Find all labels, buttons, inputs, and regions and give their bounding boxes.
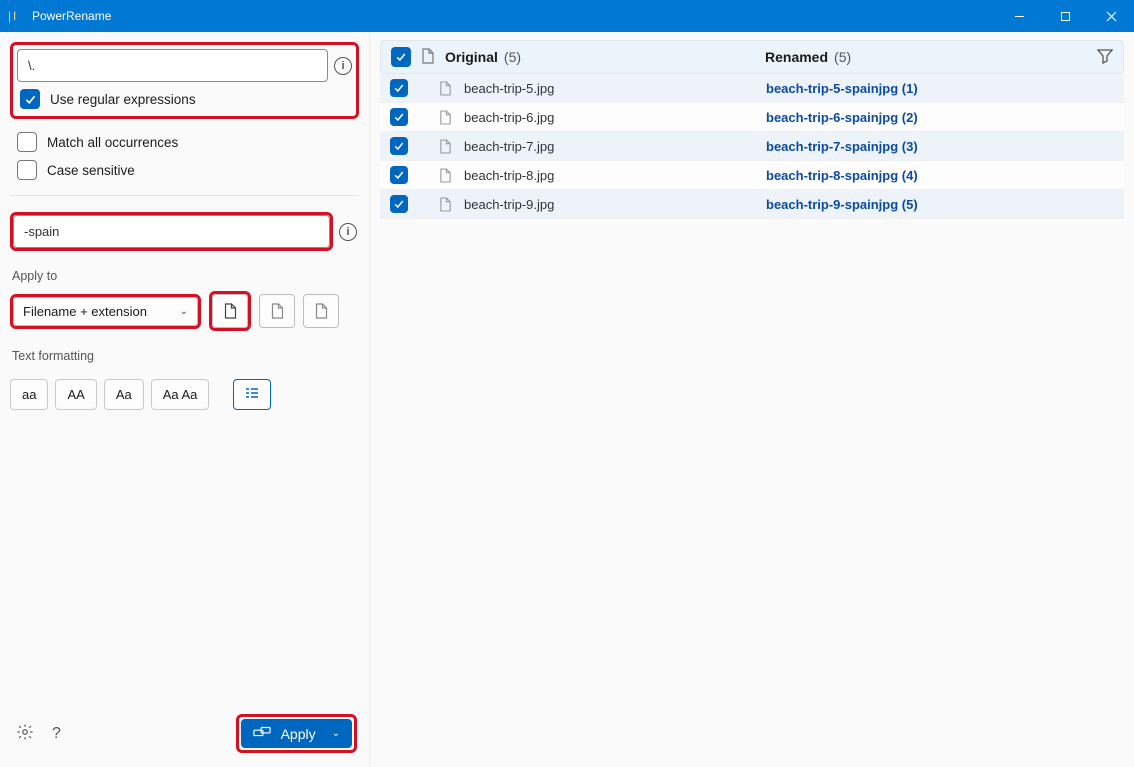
- include-folders-button[interactable]: [259, 294, 295, 328]
- replace-highlight: -spain: [10, 212, 333, 251]
- select-all-checkbox[interactable]: [391, 47, 411, 67]
- case-sensitive-checkbox[interactable]: [17, 160, 37, 180]
- chevron-down-icon: ⌄: [180, 306, 188, 317]
- original-filename: beach-trip-5.jpg: [464, 81, 756, 96]
- original-filename: beach-trip-7.jpg: [464, 139, 756, 154]
- renamed-count: (5): [834, 49, 851, 65]
- format-uppercase-button[interactable]: AA: [55, 379, 96, 410]
- apply-icon: [253, 725, 271, 742]
- maximize-button[interactable]: [1042, 0, 1088, 32]
- divider: [10, 195, 359, 196]
- original-filename: beach-trip-8.jpg: [464, 168, 756, 183]
- table-row[interactable]: beach-trip-9.jpg beach-trip-9-spainjpg (5…: [380, 190, 1124, 219]
- table-row[interactable]: beach-trip-8.jpg beach-trip-8-spainjpg (4…: [380, 161, 1124, 190]
- chevron-down-icon: ⌄: [332, 728, 340, 739]
- options-panel: \. i Use regular expressions Match all o…: [0, 32, 370, 767]
- replace-input[interactable]: -spain: [13, 215, 330, 248]
- search-input[interactable]: \.: [17, 49, 328, 82]
- match-all-checkbox[interactable]: [17, 132, 37, 152]
- list-header: Original (5) Renamed (5): [380, 40, 1124, 74]
- file-icon: [436, 81, 454, 96]
- svg-text:I: I: [13, 9, 16, 23]
- minimize-button[interactable]: [996, 0, 1042, 32]
- titlebar: |I PowerRename: [0, 0, 1134, 32]
- table-row[interactable]: beach-trip-6.jpg beach-trip-6-spainjpg (2…: [380, 103, 1124, 132]
- file-icon: [421, 48, 435, 67]
- renamed-filename: beach-trip-8-spainjpg (4): [766, 168, 918, 183]
- row-checkbox[interactable]: [390, 79, 408, 97]
- renamed-header: Renamed: [765, 49, 828, 65]
- format-titlecase-button[interactable]: Aa: [104, 379, 144, 410]
- apply-button[interactable]: Apply ⌄: [241, 719, 352, 748]
- enumerate-button[interactable]: [233, 379, 271, 410]
- apply-to-highlight: Filename + extension ⌄: [10, 294, 201, 329]
- file-icon: [436, 139, 454, 154]
- svg-text:|: |: [8, 9, 11, 23]
- renamed-filename: beach-trip-6-spainjpg (2): [766, 110, 918, 125]
- filename-only-highlight: [209, 291, 251, 331]
- format-lowercase-button[interactable]: aa: [10, 379, 48, 410]
- search-highlight: \. i Use regular expressions: [10, 42, 359, 119]
- original-count: (5): [504, 49, 521, 65]
- close-button[interactable]: [1088, 0, 1134, 32]
- apply-highlight: Apply ⌄: [236, 714, 357, 753]
- file-icon: [436, 168, 454, 183]
- file-icon: [436, 197, 454, 212]
- info-icon[interactable]: i: [339, 223, 357, 241]
- include-subfolders-button[interactable]: [303, 294, 339, 328]
- window-title: PowerRename: [32, 9, 111, 23]
- renamed-filename: beach-trip-7-spainjpg (3): [766, 139, 918, 154]
- include-files-button[interactable]: [212, 294, 248, 328]
- formatting-label: Text formatting: [12, 349, 359, 363]
- table-row[interactable]: beach-trip-7.jpg beach-trip-7-spainjpg (3…: [380, 132, 1124, 161]
- original-header: Original: [445, 49, 498, 65]
- table-row[interactable]: beach-trip-5.jpg beach-trip-5-spainjpg (1…: [380, 74, 1124, 103]
- row-checkbox[interactable]: [390, 166, 408, 184]
- renamed-filename: beach-trip-9-spainjpg (5): [766, 197, 918, 212]
- case-sensitive-label: Case sensitive: [47, 163, 135, 178]
- use-regex-checkbox[interactable]: [20, 89, 40, 109]
- match-all-label: Match all occurrences: [47, 135, 178, 150]
- row-checkbox[interactable]: [390, 137, 408, 155]
- help-button[interactable]: ?: [52, 725, 61, 743]
- settings-button[interactable]: [16, 723, 34, 744]
- file-list-panel: Original (5) Renamed (5) beach-trip-5.jp…: [370, 32, 1134, 767]
- info-icon[interactable]: i: [334, 57, 352, 75]
- row-checkbox[interactable]: [390, 108, 408, 126]
- original-filename: beach-trip-9.jpg: [464, 197, 756, 212]
- app-icon: |I: [8, 8, 24, 24]
- file-icon: [436, 110, 454, 125]
- apply-to-select[interactable]: Filename + extension ⌄: [13, 297, 198, 326]
- file-rows: beach-trip-5.jpg beach-trip-5-spainjpg (1…: [380, 74, 1124, 219]
- row-checkbox[interactable]: [390, 195, 408, 213]
- renamed-filename: beach-trip-5-spainjpg (1): [766, 81, 918, 96]
- original-filename: beach-trip-6.jpg: [464, 110, 756, 125]
- filter-button[interactable]: [1097, 48, 1113, 67]
- format-eachword-button[interactable]: Aa Aa: [151, 379, 210, 410]
- apply-to-label: Apply to: [12, 269, 359, 283]
- use-regex-label: Use regular expressions: [50, 92, 196, 107]
